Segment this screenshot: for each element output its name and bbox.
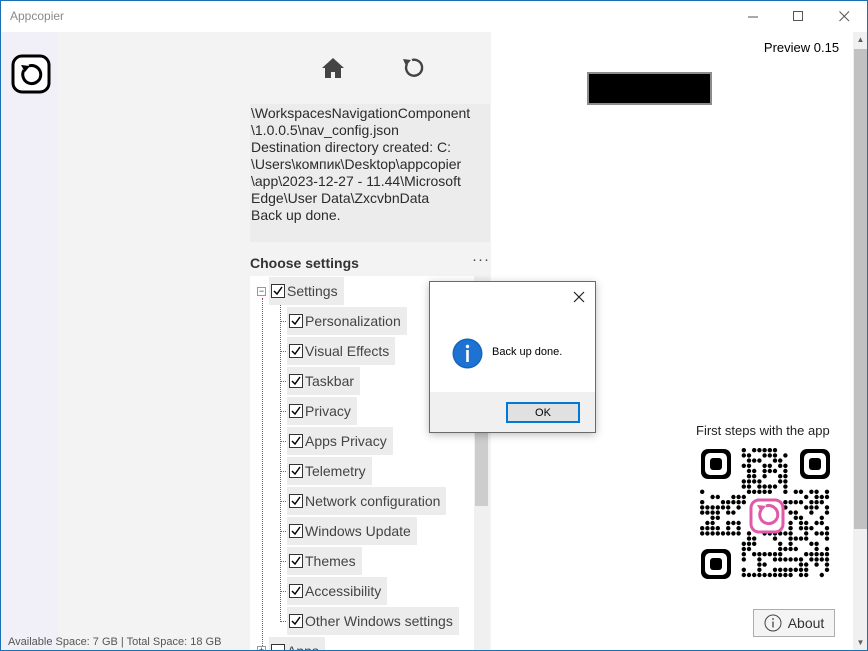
checkmark-icon [291, 436, 301, 446]
qr-title: First steps with the app [696, 423, 830, 438]
about-label: About [787, 615, 825, 631]
tree-item-network-configuration[interactable]: Network configuration [287, 487, 447, 515]
app-logo-icon[interactable] [11, 54, 51, 94]
tree-item-themes[interactable]: Themes [287, 547, 362, 575]
checkmark-icon [273, 286, 283, 296]
ok-button[interactable]: OK [506, 402, 580, 423]
checkmark-icon [291, 466, 301, 476]
checkmark-icon [291, 316, 301, 326]
tree-item-label: Accessibility [305, 583, 382, 599]
log-output: \WorkspacesNavigationComponent \1.0.0.5\… [250, 104, 490, 242]
minimize-icon [748, 16, 758, 17]
choose-settings-title: Choose settings [250, 255, 359, 271]
settings-checkbox[interactable] [271, 284, 285, 298]
qr-code-icon[interactable] [695, 442, 836, 585]
tree-root-settings[interactable]: Settings [269, 277, 344, 305]
network-configuration-checkbox[interactable] [289, 494, 303, 508]
scroll-up-icon[interactable]: ▲ [853, 32, 867, 47]
personalization-checkbox[interactable] [289, 314, 303, 328]
app-window: Appcopier Preview 0.15 \WorkspacesNaviga… [0, 0, 868, 651]
windows-update-checkbox[interactable] [289, 524, 303, 538]
tree-item-taskbar[interactable]: Taskbar [287, 367, 361, 395]
taskbar-checkbox[interactable] [289, 374, 303, 388]
tree-item-label: Apps Privacy [305, 433, 387, 449]
checkmark-icon [291, 616, 301, 626]
visual-effects-checkbox[interactable] [289, 344, 303, 358]
tree-item-apps-privacy[interactable]: Apps Privacy [287, 427, 393, 455]
left-rail [1, 32, 58, 650]
tree-item-label: Personalization [305, 313, 401, 329]
tree-item-label: Settings [287, 283, 338, 299]
tree-item-privacy[interactable]: Privacy [287, 397, 357, 425]
collapse-settings-toggle[interactable]: − [257, 287, 266, 296]
scroll-down-icon[interactable]: ▼ [853, 635, 867, 650]
checkmark-icon [291, 586, 301, 596]
home-icon[interactable] [320, 55, 346, 81]
other-windows-settings-checkbox[interactable] [289, 614, 303, 628]
tree-connector [262, 298, 263, 650]
main-scrollbar[interactable]: ▲ ▼ [853, 32, 867, 650]
tree-item-label: Network configuration [305, 493, 441, 509]
close-window-button[interactable] [822, 1, 867, 31]
tree-item-label: Telemetry [305, 463, 366, 479]
version-label: Preview 0.15 [754, 38, 849, 58]
checkmark-icon [291, 556, 301, 566]
redacted-box [587, 72, 712, 105]
checkmark-icon [291, 376, 301, 386]
message-dialog: Back up done. OK [429, 281, 596, 433]
main-scrollbar-thumb[interactable] [854, 49, 867, 529]
more-options-button[interactable]: ··· [472, 251, 490, 268]
tree-item-other-windows-settings[interactable]: Other Windows settings [287, 607, 459, 635]
tree-item-label: Themes [305, 553, 356, 569]
tree-item-accessibility[interactable]: Accessibility [287, 577, 388, 605]
expand-apps-toggle[interactable]: + [257, 646, 266, 650]
tree-item-personalization[interactable]: Personalization [287, 307, 407, 335]
maximize-button[interactable] [776, 1, 821, 31]
privacy-checkbox[interactable] [289, 404, 303, 418]
checkmark-icon [291, 496, 301, 506]
checkmark-icon [291, 346, 301, 356]
tree-item-label: Apps [287, 643, 319, 651]
window-title: Appcopier [10, 9, 65, 23]
apps-privacy-checkbox[interactable] [289, 434, 303, 448]
checkmark-icon [291, 406, 301, 416]
checkmark-icon [291, 526, 301, 536]
maximize-icon [793, 10, 803, 21]
info-icon [764, 614, 782, 632]
dialog-message: Back up done. [492, 346, 563, 358]
title-bar: Appcopier [1, 1, 867, 31]
apps-checkbox[interactable] [271, 644, 285, 650]
tree-item-visual-effects[interactable]: Visual Effects [287, 337, 396, 365]
info-icon [452, 338, 483, 369]
tree-item-windows-update[interactable]: Windows Update [287, 517, 417, 545]
tree-item-label: Taskbar [305, 373, 355, 389]
accessibility-checkbox[interactable] [289, 584, 303, 598]
tree-item-label: Other Windows settings [305, 613, 453, 629]
refresh-icon[interactable] [399, 55, 425, 81]
minimize-button[interactable] [731, 1, 776, 31]
close-icon [839, 10, 850, 21]
tree-item-label: Visual Effects [305, 343, 390, 359]
themes-checkbox[interactable] [289, 554, 303, 568]
tree-root-apps[interactable]: Apps [269, 637, 325, 651]
status-bar-text: Available Space: 7 GB | Total Space: 18 … [8, 636, 222, 648]
about-button[interactable]: About [753, 609, 835, 637]
telemetry-checkbox[interactable] [289, 464, 303, 478]
tree-item-label: Privacy [305, 403, 351, 419]
dialog-close-icon[interactable] [570, 288, 588, 306]
tree-item-label: Windows Update [305, 523, 411, 539]
tree-item-telemetry[interactable]: Telemetry [287, 457, 372, 485]
